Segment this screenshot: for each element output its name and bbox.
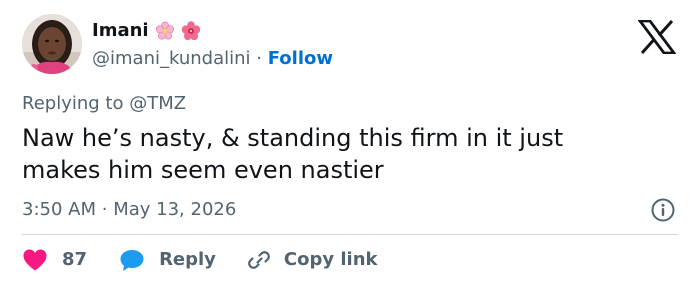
tweet-time: 3:50 AM — [22, 199, 96, 220]
tweet-text-line: makes him seem even nastier — [22, 156, 384, 184]
tweet-text: Naw he’s nasty, & standing this firm in … — [22, 122, 662, 186]
copy-link-label: Copy link — [283, 249, 378, 270]
timestamp-separator: · — [101, 199, 108, 220]
hibiscus-icon — [181, 21, 201, 41]
replying-to: Replying to @TMZ — [22, 92, 186, 116]
action-bar: 87 Reply Copy link — [22, 247, 378, 273]
x-logo-icon[interactable] — [637, 19, 677, 55]
avatar-image — [22, 14, 82, 74]
handle[interactable]: @imani_kundalini — [92, 48, 251, 69]
name-row: Imani — [92, 20, 201, 42]
link-icon — [248, 251, 270, 269]
follow-link[interactable]: Follow — [268, 48, 333, 69]
handle-separator: · — [256, 48, 262, 69]
avatar[interactable] — [22, 14, 82, 74]
reply-label: Reply — [159, 249, 216, 270]
heart-icon — [23, 249, 47, 271]
like-button[interactable]: 87 — [22, 248, 87, 272]
info-icon[interactable] — [650, 197, 676, 223]
like-count: 87 — [62, 249, 88, 270]
tweet-embed: Imani @imani_kundalini · Follow Replying… — [0, 0, 700, 287]
replying-prefix: Replying to — [22, 93, 124, 114]
reply-bubble-icon — [120, 250, 144, 271]
replying-target[interactable]: @TMZ — [129, 93, 186, 114]
reply-button[interactable]: Reply — [119, 248, 216, 272]
divider — [22, 234, 678, 235]
cherry-blossom-icon — [155, 21, 175, 41]
tweet-date: May 13, 2026 — [113, 199, 237, 220]
display-name[interactable]: Imani — [92, 20, 149, 42]
handle-row: @imani_kundalini · Follow — [92, 48, 333, 70]
timestamp[interactable]: 3:50 AM · May 13, 2026 — [22, 198, 236, 222]
tweet-text-line: Naw he’s nasty, & standing this firm in … — [22, 124, 564, 152]
copy-link-button[interactable]: Copy link — [246, 248, 378, 272]
